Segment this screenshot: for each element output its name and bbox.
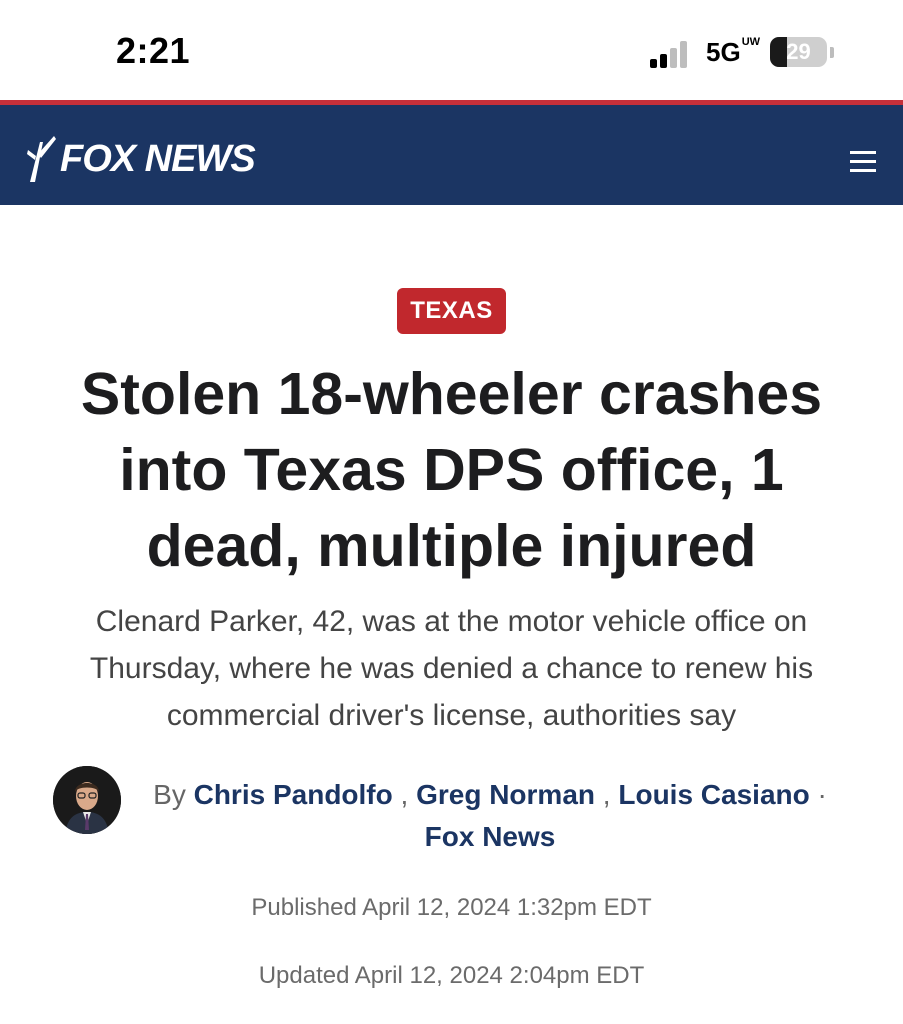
battery-percent: 29 [786, 39, 811, 64]
outlet-link[interactable]: Fox News [425, 821, 556, 852]
hamburger-menu-icon[interactable] [850, 151, 876, 173]
network-label: 5G [706, 37, 741, 67]
status-bar: 2:21 5GUW 29 [0, 0, 903, 100]
battery-icon: 29 [770, 37, 827, 67]
site-header: FOX NEWS [0, 100, 903, 205]
network-superscript: UW [741, 36, 761, 48]
fox-news-logo[interactable]: FOX NEWS [26, 131, 256, 187]
byline-separator: , [400, 779, 409, 810]
author-photo [53, 766, 121, 834]
battery-tip [830, 47, 834, 58]
author-link-louis-casiano[interactable]: Louis Casiano [618, 779, 809, 810]
author-avatar[interactable] [53, 766, 121, 834]
byline: By Chris Pandolfo , Greg Norman , Louis … [140, 774, 840, 858]
logo-text: FOX NEWS [60, 137, 256, 180]
category-badge[interactable]: TEXAS [397, 288, 506, 334]
byline-prefix: By [153, 779, 186, 810]
status-time: 2:21 [116, 30, 191, 71]
fox-logo-mark-icon [27, 136, 56, 182]
article-dek: Clenard Parker, 42, was at the motor veh… [89, 605, 814, 732]
published-timestamp: Published April 12, 2024 1:32pm EDT [251, 894, 652, 921]
updated-timestamp: Updated April 12, 2024 2:04pm EDT [258, 962, 645, 989]
author-link-chris-pandolfo[interactable]: Chris Pandolfo [194, 779, 393, 810]
cellular-signal-icon [650, 40, 696, 68]
byline-dot: · [817, 779, 827, 810]
author-link-greg-norman[interactable]: Greg Norman [416, 779, 595, 810]
article-headline: Stolen 18-wheeler crashes into Texas DPS… [80, 361, 823, 579]
byline-separator: , [602, 779, 611, 810]
network-indicator: 5GUW [706, 36, 761, 68]
